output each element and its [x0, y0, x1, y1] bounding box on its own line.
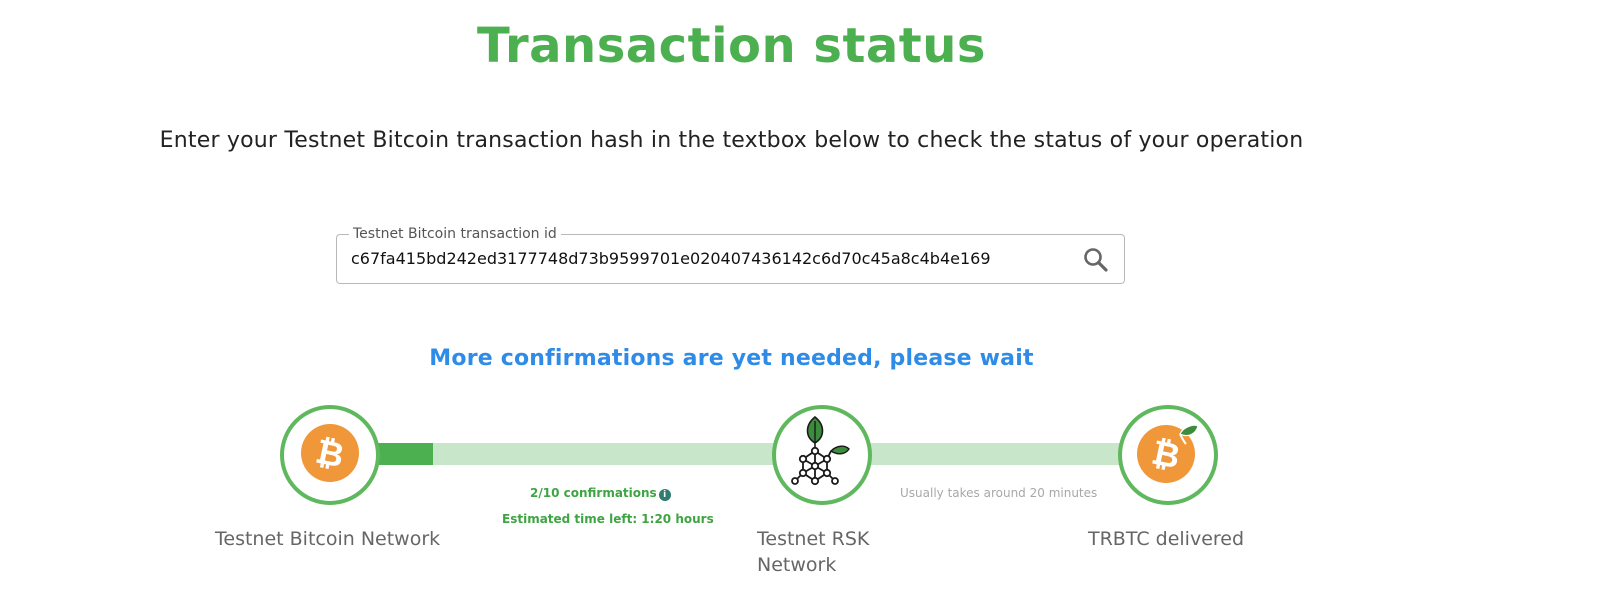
step-bitcoin-node: ₿: [280, 405, 380, 505]
search-icon[interactable]: [1082, 246, 1110, 274]
transaction-id-label: Testnet Bitcoin transaction id: [349, 226, 561, 242]
bitcoin-icon: ₿: [300, 423, 360, 487]
progress-fill-confirmations: [376, 443, 433, 465]
info-icon[interactable]: i: [658, 489, 671, 501]
progress-track-bitcoin-to-rsk: [376, 443, 774, 465]
status-message: More confirmations are yet needed, pleas…: [429, 346, 1034, 371]
step-rsk-label: Testnet RSK Network: [757, 528, 870, 576]
confirmations-text: 2/10 confirmations i: [530, 486, 671, 501]
rsk-icon: [791, 415, 853, 495]
step-delivered-node: ₿: [1118, 405, 1218, 505]
transaction-id-input[interactable]: [351, 249, 1071, 268]
transaction-id-field: Testnet Bitcoin transaction id: [336, 226, 1125, 284]
confirmations-count: 2/10 confirmations: [530, 486, 657, 500]
page-title: Transaction status: [477, 18, 986, 74]
step-bitcoin-label: Testnet Bitcoin Network: [215, 528, 441, 550]
step-delivered-label: TRBTC delivered: [1088, 528, 1245, 550]
rbtc-icon: ₿: [1136, 422, 1200, 488]
page-instructions: Enter your Testnet Bitcoin transaction h…: [159, 128, 1304, 153]
step-rsk-node: [772, 405, 872, 505]
estimated-time-left: Estimated time left: 1:20 hours: [502, 512, 714, 526]
delivery-time-hint: Usually takes around 20 minutes: [900, 486, 1098, 500]
progress-track-rsk-to-delivery: [869, 443, 1121, 465]
